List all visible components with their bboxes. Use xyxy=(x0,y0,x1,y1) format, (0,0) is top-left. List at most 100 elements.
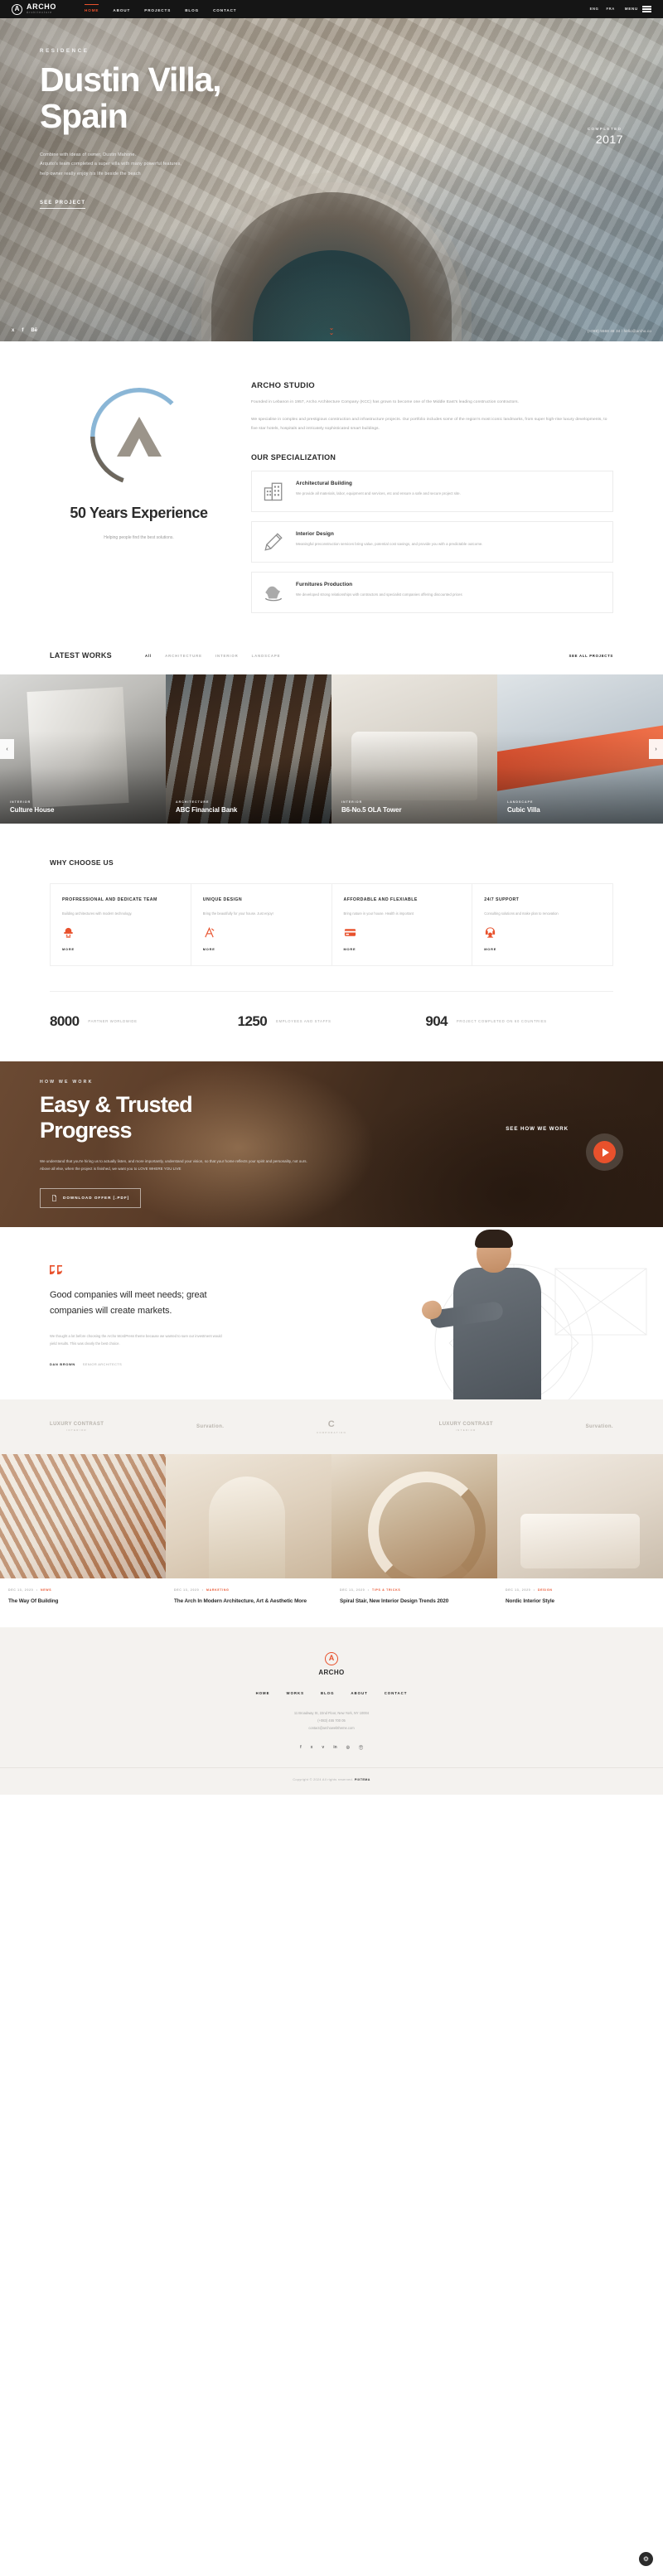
specialization-card-interior[interactable]: Interior Design Meaningful preconstructi… xyxy=(251,521,613,563)
why-card-1[interactable]: UNIQUE DESIGN Bring the beautifully for … xyxy=(191,884,332,966)
filter-interior[interactable]: INTERIOR xyxy=(215,654,239,658)
page-root: A ARCHO Architecture HOME ABOUT PROJECTS… xyxy=(0,0,663,2566)
work-card-2[interactable]: INTERIOR B6-No.5 OLA Tower xyxy=(332,674,497,824)
footer-email[interactable]: contact@archowebtheme.com xyxy=(0,1724,663,1732)
vimeo-icon[interactable]: v xyxy=(322,1745,324,1751)
blog-image-1[interactable] xyxy=(166,1453,332,1578)
blog-post-2[interactable]: DEC 13, 2020 • TIPS & TRICKS Spiral Stai… xyxy=(332,1588,497,1606)
why-more-2[interactable]: MORE xyxy=(344,947,461,951)
lang-fra[interactable]: FRA xyxy=(606,7,614,11)
building-icon xyxy=(263,481,284,502)
work-card-3[interactable]: LANDSCAPE Cubic Villa xyxy=(497,674,663,824)
worker-helmet-icon xyxy=(62,926,75,939)
why-card-2[interactable]: AFFORDABLE AND FLEXIABLE Bring nature in… xyxy=(332,884,473,966)
footer-logo[interactable]: A ARCHO xyxy=(0,1651,663,1676)
hero-contact-info[interactable]: (+088) 5568 48 34 / hello@archo.co xyxy=(588,329,651,333)
why-card-title-2: AFFORDABLE AND FLEXIABLE xyxy=(343,897,418,903)
footer-nav-works[interactable]: WORKS xyxy=(287,1691,304,1695)
hero-desc-line-3: help owner really enjoy his life beside … xyxy=(40,171,141,176)
blog-title-2[interactable]: Spiral Stair, New Interior Design Trends… xyxy=(340,1597,487,1606)
linkedin-icon[interactable]: in xyxy=(333,1745,336,1751)
lang-eng[interactable]: ENG xyxy=(590,7,599,11)
behance-icon[interactable]: Bē xyxy=(31,328,37,333)
blog-image-2[interactable] xyxy=(332,1453,497,1578)
twitter-icon[interactable]: x xyxy=(311,1745,313,1751)
specialization-card-furniture[interactable]: Furnitures Production We developed stron… xyxy=(251,572,613,614)
twitter-icon[interactable]: x xyxy=(12,328,14,333)
filter-landscape[interactable]: LANDSCAPE xyxy=(252,654,281,658)
see-how-we-work-link[interactable]: SEE HOW WE WORK xyxy=(506,1126,569,1132)
scroll-down-icon[interactable]: ⌄ ⌄ xyxy=(329,324,335,336)
blog-images-row xyxy=(0,1453,663,1578)
brand-logo[interactable]: A ARCHO Architecture xyxy=(12,2,56,15)
footer-nav-contact[interactable]: CONTACT xyxy=(385,1691,408,1695)
file-pdf-icon xyxy=(52,1194,56,1201)
stat-partners: 8000 PARTNER WORLDWIDE xyxy=(50,1013,238,1030)
why-more-1[interactable]: MORE xyxy=(203,947,320,951)
language-switcher[interactable]: ENG FRA xyxy=(590,7,615,11)
blog-title-3[interactable]: Nordic Interior Style xyxy=(506,1597,653,1606)
site-footer: A ARCHO HOME WORKS BLOG ABOUT CONTACT 11… xyxy=(0,1626,663,1795)
gear-icon[interactable]: ⚙ xyxy=(639,2552,653,2566)
blog-image-0[interactable] xyxy=(0,1453,166,1578)
specialization-card-architectural[interactable]: Architectural Building We provide all ma… xyxy=(251,471,613,513)
chevron-right-icon[interactable]: › xyxy=(649,739,663,760)
filter-architecture[interactable]: ARCHITECTURE xyxy=(165,654,202,658)
blog-category-0[interactable]: NEWS xyxy=(41,1588,51,1592)
pinterest-icon[interactable]: Ⓣ xyxy=(359,1745,363,1751)
blog-post-3[interactable]: DEC 13, 2020 • DESIGN Nordic Interior St… xyxy=(497,1588,663,1606)
facebook-icon[interactable]: f xyxy=(300,1745,302,1751)
hero-section: RESIDENCE Dustin Villa, Spain Combine wi… xyxy=(0,18,663,341)
menu-toggle[interactable]: MENU xyxy=(625,6,651,12)
filter-all[interactable]: All xyxy=(145,654,152,658)
why-more-3[interactable]: MORE xyxy=(484,947,601,951)
blog-post-0[interactable]: DEC 13, 2020 • NEWS The Way Of Building xyxy=(0,1588,166,1606)
work-card-0[interactable]: INTERIOR Culture House xyxy=(0,674,166,824)
hamburger-icon[interactable] xyxy=(642,6,651,12)
why-card-desc-1: Bring the beautifully for your house. Ju… xyxy=(202,911,273,916)
why-card-0[interactable]: PROFRESSIONAL AND DEDICATE TEAM Building… xyxy=(51,884,191,966)
chevron-left-icon[interactable]: ‹ xyxy=(0,739,14,760)
work-card-1[interactable]: ARCHITECTURE ABC Financial Bank xyxy=(166,674,332,824)
why-more-0[interactable]: MORE xyxy=(62,947,179,951)
about-right-column: ARCHO STUDIO Founded in Lebanon in 1957,… xyxy=(251,381,613,614)
footer-nav-home[interactable]: HOME xyxy=(256,1691,270,1695)
blog-image-3[interactable] xyxy=(497,1453,663,1578)
rocking-horse-icon xyxy=(263,582,284,603)
nav-item-home[interactable]: HOME xyxy=(85,3,99,12)
blog-category-3[interactable]: DESIGN xyxy=(538,1588,553,1592)
brand-name: ARCHO xyxy=(27,2,56,12)
why-title: WHY CHOOSE US xyxy=(50,858,114,868)
see-all-projects-link[interactable]: SEE ALL PROJECTS xyxy=(569,654,613,658)
blog-title-0[interactable]: The Way Of Building xyxy=(8,1597,156,1606)
see-project-button[interactable]: SEE PROJECT xyxy=(40,201,86,210)
facebook-icon[interactable]: f xyxy=(22,328,23,333)
years-experience-heading: 50 Years Experience xyxy=(70,505,208,521)
why-card-desc-3: Consulting solutions and make plan to re… xyxy=(484,911,559,916)
nav-item-contact[interactable]: CONTACT xyxy=(213,7,236,12)
nav-item-projects[interactable]: PROJECTS xyxy=(144,7,171,12)
blog-section: DEC 13, 2020 • NEWS The Way Of Building … xyxy=(0,1453,663,1606)
menu-label: MENU xyxy=(624,7,638,12)
footer-nav-about[interactable]: ABOUT xyxy=(351,1691,367,1695)
footer-nav-blog[interactable]: BLOG xyxy=(321,1691,334,1695)
rss-icon[interactable]: ◎ xyxy=(346,1745,350,1751)
client-logos-row: LUXURY CONTRAST INTERIOR Survation. C CO… xyxy=(0,1399,663,1454)
play-icon[interactable] xyxy=(593,1141,616,1164)
why-card-3[interactable]: 24/7 SUPPORT Consulting solutions and ma… xyxy=(472,884,612,965)
client-logo-sub-2: CORPORATION xyxy=(316,1430,346,1434)
work-category-0: INTERIOR xyxy=(10,800,31,805)
work-title-0: Culture House xyxy=(10,806,55,814)
blog-post-1[interactable]: DEC 13, 2020 • MARKETING The Arch In Mod… xyxy=(166,1588,332,1606)
hero-social-links: x f Bē xyxy=(12,328,37,333)
blog-category-1[interactable]: MARKETING xyxy=(206,1588,230,1592)
copyright-brand[interactable]: PIXTEMA xyxy=(355,1778,370,1781)
footer-phone[interactable]: (+083) 455 700 05 xyxy=(0,1717,663,1724)
nav-item-about[interactable]: ABOUT xyxy=(113,7,130,12)
specialization-title-2: Furnitures Production xyxy=(296,582,353,588)
footer-brand-name: ARCHO xyxy=(318,1668,345,1676)
blog-title-1[interactable]: The Arch In Modern Architecture, Art & A… xyxy=(174,1597,322,1606)
blog-category-2[interactable]: TIPS & TRICKS xyxy=(372,1588,400,1592)
download-offer-button[interactable]: DOWNLOAD OFFER [.PDF] xyxy=(40,1187,142,1208)
nav-item-blog[interactable]: BLOG xyxy=(185,7,199,12)
